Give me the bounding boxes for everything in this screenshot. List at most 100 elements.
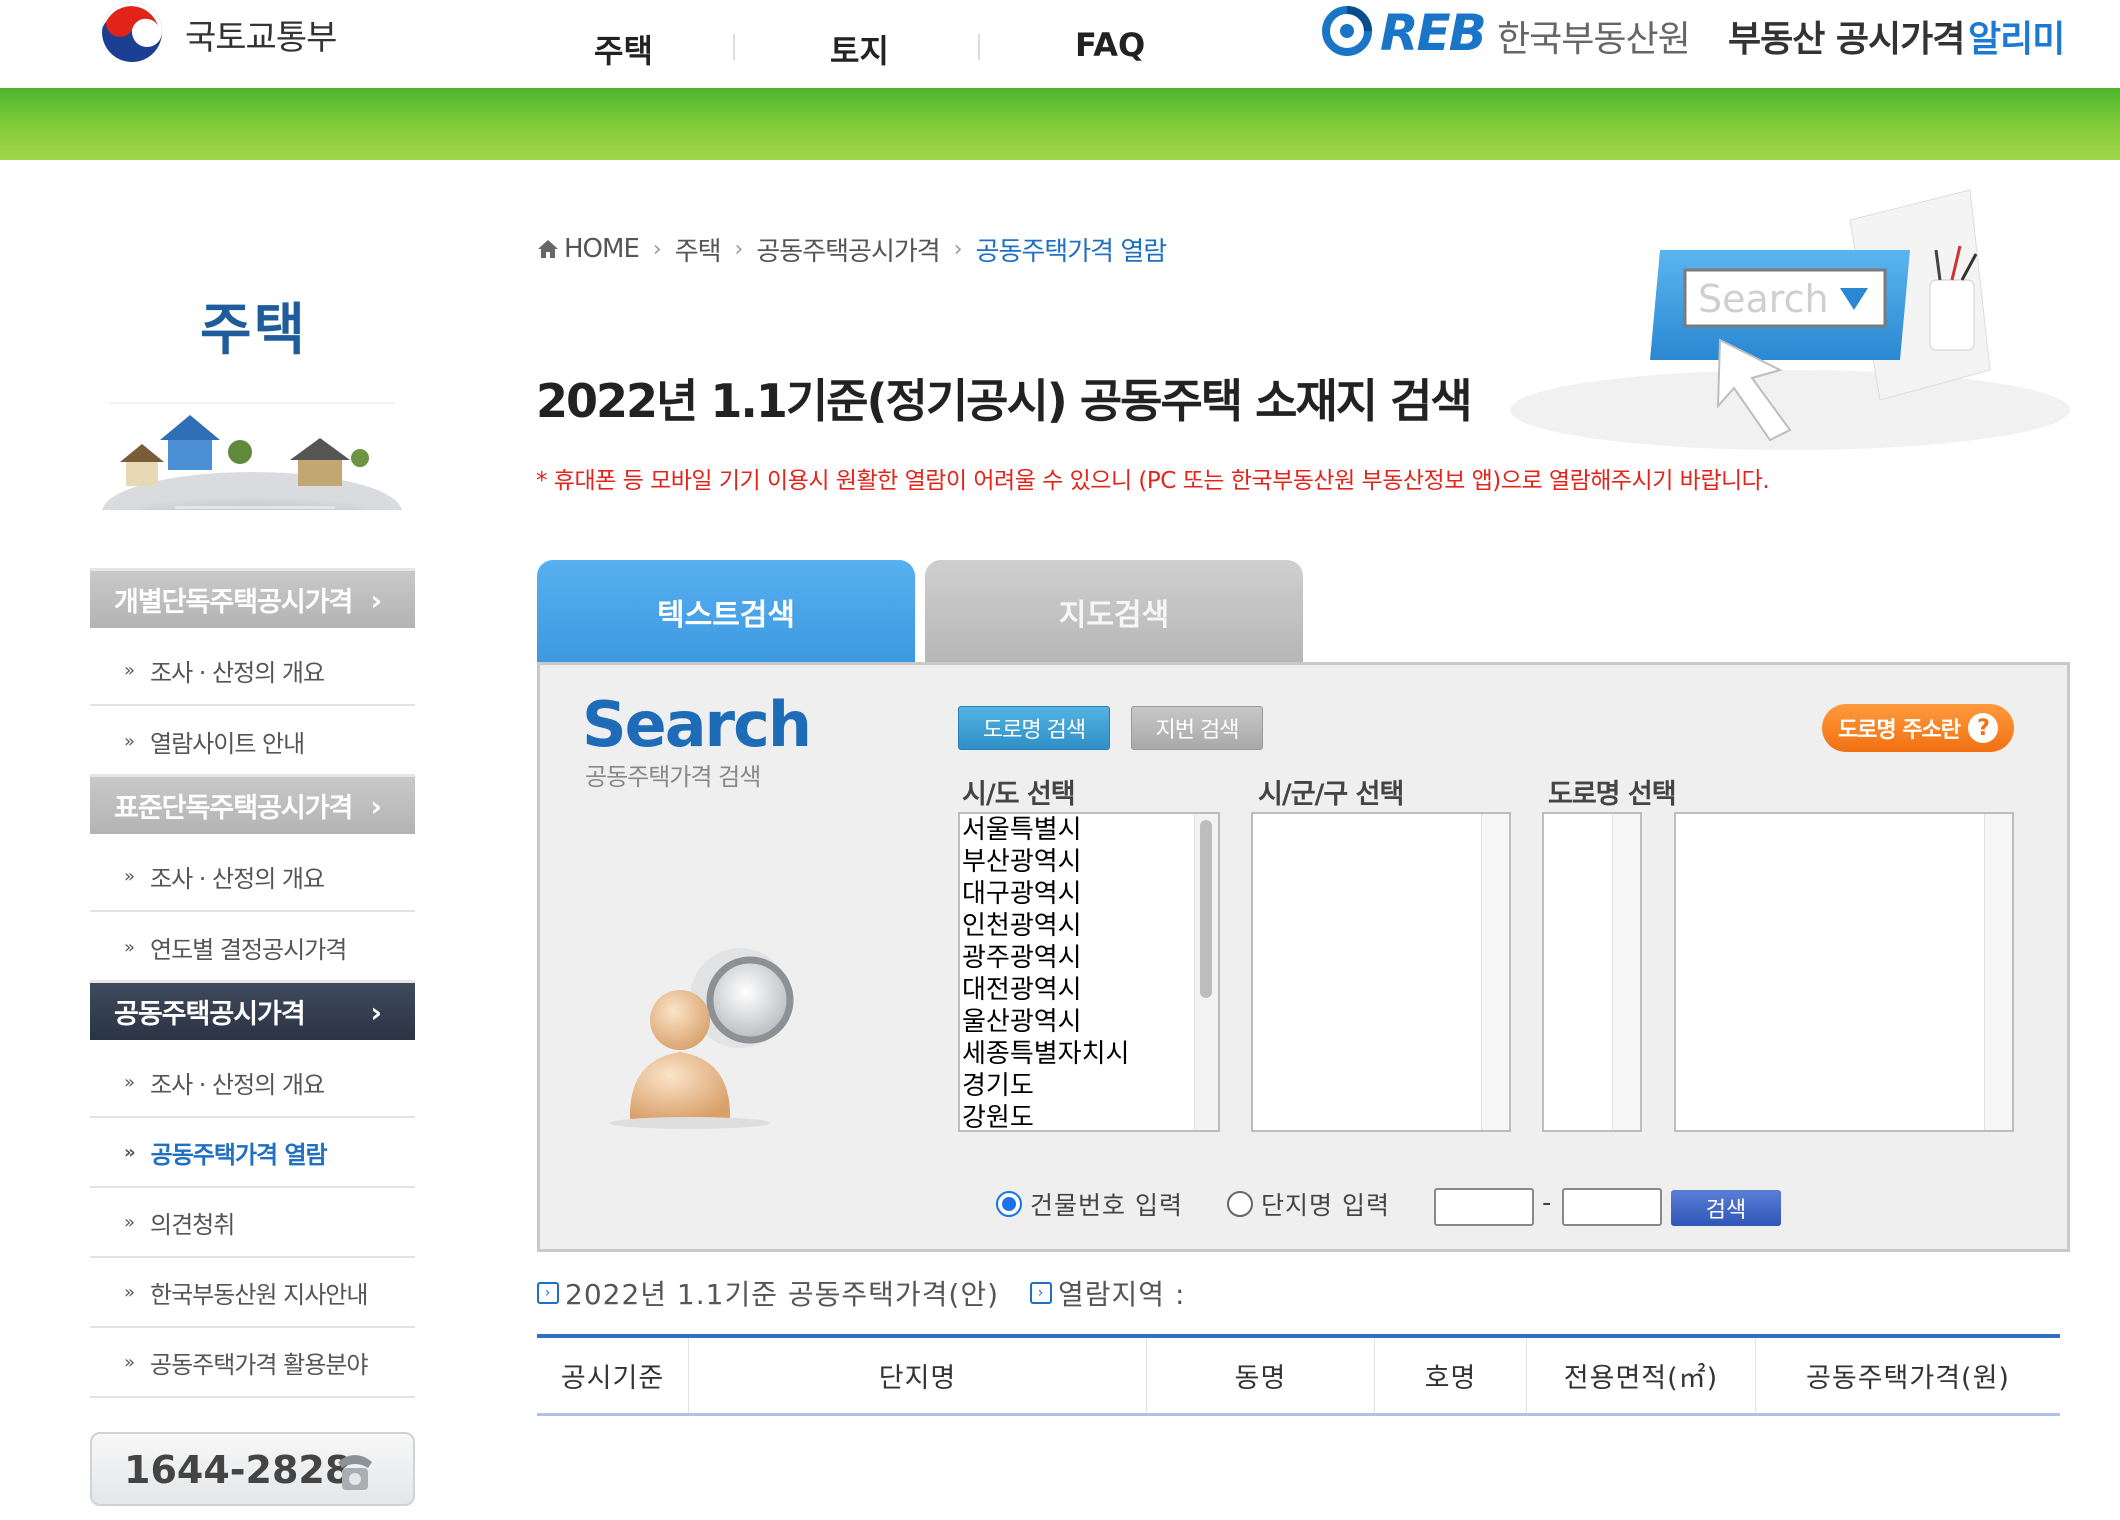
sido-option[interactable]: 세종특별자치시: [960, 1038, 1218, 1070]
sigungu-listbox[interactable]: [1251, 812, 1511, 1132]
column-header: 공동주택가격(원): [1806, 1363, 2010, 1394]
sidebar-group-label: 표준단독주택공시가격: [114, 793, 353, 824]
sido-listbox[interactable]: 서울특별시 부산광역시 대구광역시 인천광역시 광주광역시 대전광역시 울산광역…: [958, 812, 1220, 1132]
sido-option[interactable]: 울산광역시: [960, 1006, 1218, 1038]
complex-name-option[interactable]: 단지명 입력: [1227, 1186, 1390, 1222]
sidebar-item-site-guide[interactable]: » 열람사이트 안내: [90, 706, 415, 776]
bullet-icon: »: [124, 659, 135, 681]
nav-divider: [733, 34, 735, 60]
sido-option[interactable]: 부산광역시: [960, 846, 1218, 878]
column-header: 동명: [1147, 1338, 1375, 1413]
search-subheading: 공동주택가격 검색: [585, 763, 761, 791]
ministry-name[interactable]: 국토교통부: [185, 10, 337, 59]
column-header: 공시기준: [537, 1338, 689, 1413]
person-magnifier-illustration: [610, 948, 794, 1129]
column-header: 호명: [1375, 1338, 1527, 1413]
sidebar-item-label: 조사 · 산정의 개요: [150, 658, 325, 687]
sido-option[interactable]: 대구광역시: [960, 878, 1218, 910]
sido-option[interactable]: 강원도: [960, 1102, 1218, 1130]
tab-map-search[interactable]: 지도검색: [925, 560, 1303, 664]
sidebar-item-yearly-price[interactable]: » 연도별 결정공시가격: [90, 912, 415, 982]
home-icon: [538, 240, 558, 258]
building-main-number-input[interactable]: [1434, 1188, 1534, 1226]
service-name-accent: 알리미: [1968, 19, 2065, 60]
breadcrumb-separator: ›: [734, 236, 744, 262]
base-date-info: › 2022년 1.1기준 공동주택가격(안): [537, 1276, 1000, 1311]
scrollbar-track[interactable]: [1612, 814, 1640, 1130]
help-icon: ?: [1968, 713, 1999, 743]
breadcrumb-separator: ›: [652, 236, 662, 262]
sigungu-label: 시/군/구 선택: [1258, 779, 1404, 810]
sidebar-group-label: 공동주택공시가격: [114, 999, 306, 1030]
radio-checked[interactable]: [996, 1191, 1022, 1217]
road-name-listbox[interactable]: [1674, 812, 2014, 1132]
sidebar-item-opinion[interactable]: » 의견청취: [90, 1188, 415, 1258]
sidebar-item-overview[interactable]: » 조사 · 산정의 개요: [90, 636, 415, 706]
column-header: 전용면적(㎡): [1527, 1338, 1756, 1413]
bullet-icon: »: [124, 1071, 135, 1093]
sido-option[interactable]: 광주광역시: [960, 942, 1218, 974]
scrollbar-track[interactable]: [1481, 814, 1509, 1130]
region-text: 열람지역 :: [1058, 1278, 1186, 1311]
sidebar-item-label: 조사 · 산정의 개요: [150, 864, 325, 893]
bullet-icon: »: [124, 865, 135, 887]
base-date-text: 2022년 1.1기준 공동주택가격(안): [565, 1278, 1000, 1311]
sido-option[interactable]: 대전광역시: [960, 974, 1218, 1006]
service-name: 부동산 공시가격: [1728, 19, 1965, 60]
sido-option[interactable]: 서울특별시: [960, 814, 1218, 846]
breadcrumb-apartment-price[interactable]: 공동주택공시가격: [756, 231, 940, 268]
radio-label: 건물번호 입력: [1030, 1191, 1183, 1220]
road-name-search-button[interactable]: 도로명 검색: [958, 706, 1110, 750]
bullet-icon: »: [124, 1351, 135, 1373]
sidebar-item-apartment-price-view[interactable]: » 공동주택가격 열람: [90, 1118, 415, 1188]
reb-logo-text[interactable]: REB: [1380, 4, 1487, 62]
sidebar-item-overview[interactable]: » 조사 · 산정의 개요: [90, 842, 415, 912]
sido-option[interactable]: 인천광역시: [960, 910, 1218, 942]
chevron-right-icon: ›: [370, 790, 382, 823]
arrow-box-icon: ›: [537, 1282, 559, 1304]
search-button[interactable]: 검색: [1671, 1190, 1781, 1226]
radio-unchecked[interactable]: [1227, 1191, 1253, 1217]
hero-search-text: Search: [1698, 277, 1829, 321]
search-heading: Search: [582, 688, 812, 761]
sidebar-item-usage[interactable]: » 공동주택가격 활용분야: [90, 1328, 415, 1398]
green-banner: [0, 88, 2120, 160]
bullet-icon: »: [124, 730, 135, 752]
number-dash: -: [1542, 1188, 1552, 1218]
search-illustration: Search: [1510, 189, 2070, 450]
road-initial-listbox[interactable]: [1542, 812, 1642, 1132]
sidebar-item-label: 공동주택가격 열람: [150, 1140, 328, 1169]
tab-text-search[interactable]: 텍스트검색: [537, 560, 915, 664]
building-sub-number-input[interactable]: [1562, 1188, 1662, 1226]
sidebar-item-label: 의견청취: [150, 1210, 235, 1239]
breadcrumb-separator: ›: [953, 236, 963, 262]
sido-option[interactable]: 경기도: [960, 1070, 1218, 1102]
chevron-right-icon: ›: [370, 584, 382, 617]
sidebar-group-apartment[interactable]: 공동주택공시가격 ›: [90, 980, 415, 1040]
arrow-box-icon: ›: [1030, 1282, 1052, 1304]
sidebar-group-individual-house[interactable]: 개별단독주택공시가격 ›: [90, 568, 415, 628]
scrollbar-track[interactable]: [1984, 814, 2012, 1130]
molit-emblem-icon[interactable]: [92, 0, 172, 70]
sidebar-group-standard-house[interactable]: 표준단독주택공시가격 ›: [90, 774, 415, 834]
reb-swirl-icon: [1322, 6, 1372, 56]
breadcrumb: HOME › 주택 › 공동주택공시가격 › 공동주택가격 열람: [536, 231, 1168, 268]
nav-housing[interactable]: 주택: [594, 26, 653, 72]
result-table-header: 공시기준 단지명 동명 호명 전용면적(㎡) 공동주택가격(원): [537, 1334, 2060, 1416]
breadcrumb-home[interactable]: HOME: [564, 234, 640, 264]
guide-button-label: 도로명 주소란: [1837, 718, 1961, 743]
road-address-guide-button[interactable]: 도로명 주소란 ?: [1822, 704, 2014, 752]
sidebar-item-label: 공동주택가격 활용분야: [150, 1350, 368, 1379]
scrollbar-thumb[interactable]: [1200, 820, 1212, 998]
lot-number-search-button[interactable]: 지번 검색: [1131, 706, 1263, 750]
sidebar-item-branch-guide[interactable]: » 한국부동산원 지사안내: [90, 1258, 415, 1328]
sidebar-item-label: 열람사이트 안내: [150, 729, 305, 758]
column-header: 단지명: [689, 1338, 1147, 1413]
building-number-option[interactable]: 건물번호 입력: [996, 1186, 1183, 1222]
nav-faq[interactable]: FAQ: [1075, 26, 1145, 64]
sidebar-item-overview[interactable]: » 조사 · 산정의 개요: [90, 1048, 415, 1118]
nav-land[interactable]: 토지: [830, 26, 889, 72]
houses-illustration: [102, 402, 402, 510]
breadcrumb-current: 공동주택가격 열람: [975, 236, 1168, 267]
breadcrumb-housing[interactable]: 주택: [675, 231, 722, 268]
